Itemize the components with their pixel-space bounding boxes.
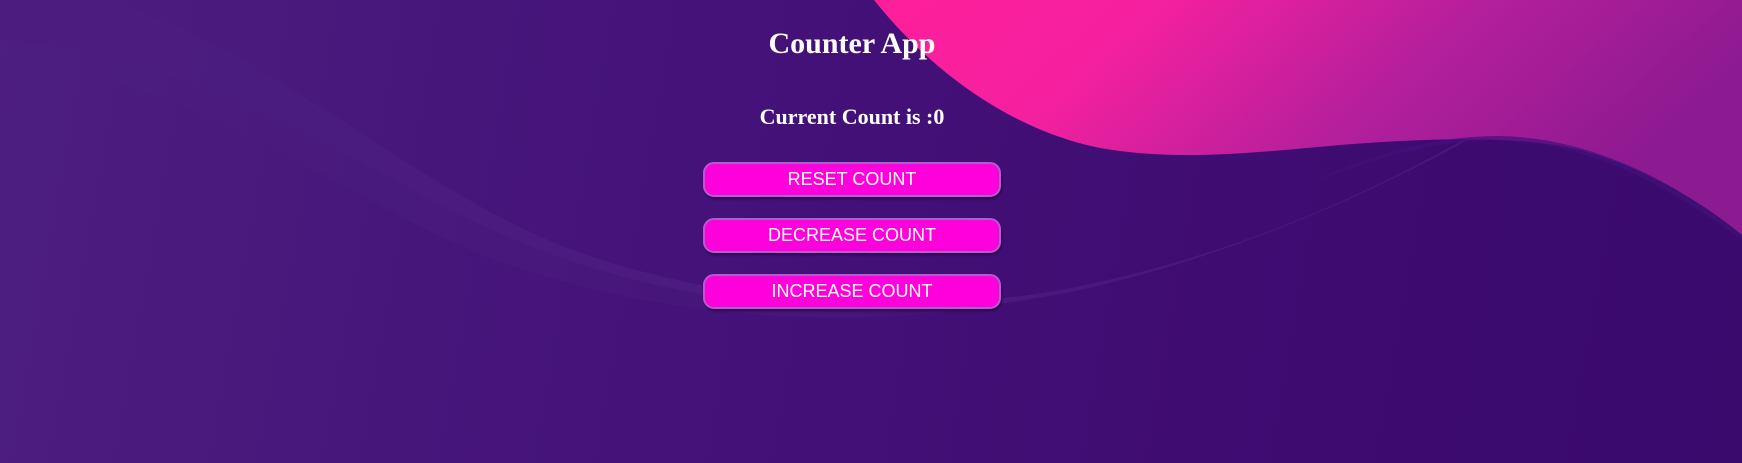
count-label: Current Count is : [759,104,934,129]
decrease-count-button[interactable]: DECREASE COUNT [703,218,1001,253]
app-title: Counter App [768,27,936,60]
reset-count-button[interactable]: RESET COUNT [703,162,1001,197]
counter-app: Counter App Current Count is :0 RESET CO… [0,0,1742,463]
current-count: Current Count is :0 [0,102,1723,132]
count-value: 0 [933,104,945,129]
increase-count-button[interactable]: INCREASE COUNT [703,274,1001,309]
